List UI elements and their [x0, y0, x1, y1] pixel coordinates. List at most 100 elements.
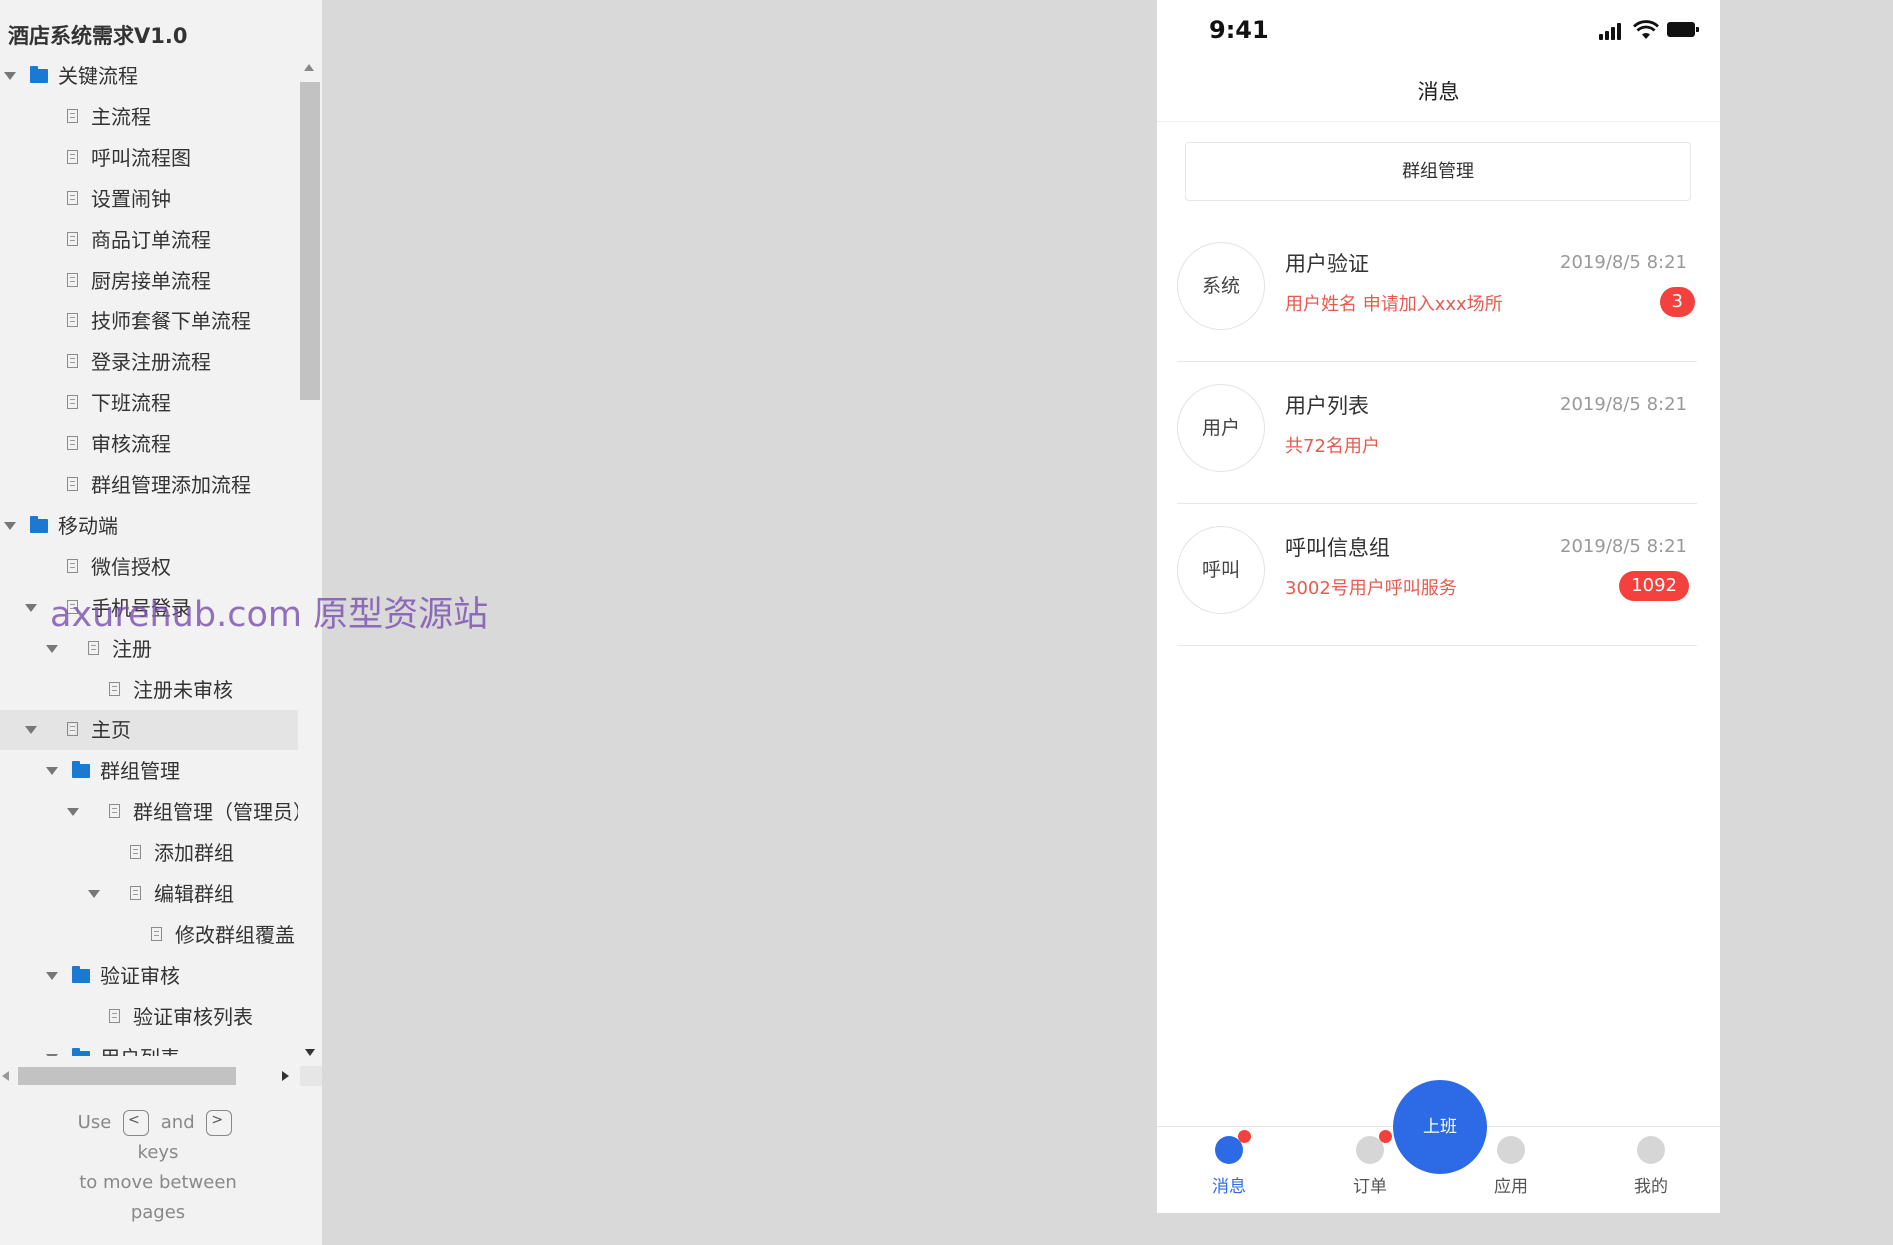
message-subtitle: 3002号用户呼叫服务	[1285, 578, 1457, 599]
tree-page-23[interactable]: 验证审核列表	[0, 997, 298, 1037]
tab-circle-icon	[1356, 1130, 1392, 1164]
notification-dot	[1379, 1130, 1392, 1143]
tree-page-7[interactable]: 登录注册流程	[0, 342, 298, 382]
tree-item-label: 审核流程	[91, 432, 171, 457]
expand-arrow-icon[interactable]	[46, 644, 58, 653]
message-item[interactable]: 用户 用户列表 2019/8/5 8:21 共72名用户	[1177, 362, 1697, 504]
tree-page-20[interactable]: 编辑群组	[0, 874, 298, 914]
tab-0[interactable]: 消息	[1184, 1130, 1274, 1197]
tree-page-15[interactable]: 注册未审核	[0, 670, 298, 710]
scroll-down-icon[interactable]	[305, 1049, 315, 1056]
tree-page-8[interactable]: 下班流程	[0, 383, 298, 423]
tree-page-6[interactable]: 技师套餐下单流程	[0, 301, 298, 341]
page-icon	[67, 354, 78, 369]
help-keys-text: keys	[137, 1142, 179, 1163]
expand-arrow-icon[interactable]	[25, 603, 37, 612]
notification-dot	[1238, 1130, 1251, 1143]
tree-folder-0[interactable]: 关键流程	[0, 56, 298, 96]
expand-arrow-icon[interactable]	[46, 767, 58, 776]
tree-page-21[interactable]: 修改群组覆盖	[0, 915, 298, 955]
page-icon	[67, 149, 78, 164]
expand-arrow-icon[interactable]	[4, 521, 16, 530]
tree-folder-22[interactable]: 验证审核	[0, 956, 298, 996]
group-manage-button[interactable]: 群组管理	[1185, 142, 1691, 201]
tree-item-label: 技师套餐下单流程	[91, 309, 251, 334]
folder-icon	[72, 965, 90, 983]
message-title: 呼叫信息组	[1285, 536, 1390, 560]
page-icon	[67, 477, 78, 491]
expand-arrow-icon[interactable]	[46, 971, 58, 980]
tab-circle-icon	[1497, 1136, 1525, 1164]
page-icon	[109, 681, 120, 696]
message-item[interactable]: 系统 用户验证 2019/8/5 8:21 用户姓名 申请加入xxx场所 3	[1177, 220, 1697, 362]
unread-badge: 1092	[1619, 571, 1689, 601]
help-use-text: Use	[77, 1112, 112, 1133]
tree-folder-11[interactable]: 移动端	[0, 506, 298, 546]
project-title: 酒店系统需求V1.0	[8, 24, 188, 48]
battery-icon	[1667, 22, 1699, 37]
expand-arrow-icon[interactable]	[46, 1053, 58, 1056]
tree-page-1[interactable]: 主流程	[0, 97, 298, 137]
tree-item-label: 群组管理添加流程	[91, 473, 251, 497]
message-time: 2019/8/5 8:21	[1560, 394, 1687, 415]
cellular-signal-icon	[1599, 22, 1627, 40]
page-icon	[109, 804, 120, 819]
folder-icon	[72, 761, 90, 779]
horizontal-scrollbar-thumb[interactable]	[18, 1067, 236, 1085]
tree-folder-17[interactable]: 群组管理	[0, 751, 298, 791]
message-item[interactable]: 呼叫 呼叫信息组 2019/8/5 8:21 3002号用户呼叫服务 1092	[1177, 504, 1697, 646]
page-icon	[67, 108, 78, 123]
tree-item-label: 主页	[91, 718, 131, 743]
page-tree: 关键流程主流程呼叫流程图设置闹钟商品订单流程 厨房接单流程技师套餐下单流程 登录注册…	[0, 56, 298, 1056]
expand-arrow-icon[interactable]	[25, 726, 37, 735]
expand-arrow-icon[interactable]	[4, 72, 16, 80]
tree-item-label: 商品订单流程	[91, 227, 211, 252]
page-icon	[130, 886, 141, 900]
scroll-right-icon[interactable]	[282, 1071, 289, 1081]
item-divider	[1177, 645, 1697, 646]
nav-divider	[1157, 121, 1720, 122]
tree-item-label: 微信授权	[91, 554, 171, 579]
message-time: 2019/8/5 8:21	[1560, 536, 1687, 557]
scroll-up-icon[interactable]	[304, 64, 314, 71]
tree-page-2[interactable]: 呼叫流程图	[0, 138, 298, 178]
tree-page-12[interactable]: 微信授权	[0, 547, 298, 587]
tree-page-16[interactable]: 主页	[0, 710, 298, 751]
page-icon	[67, 313, 78, 328]
help-line2-text: to move between	[79, 1172, 237, 1193]
tab-circle-icon	[1215, 1130, 1251, 1164]
expand-arrow-icon[interactable]	[67, 808, 79, 817]
tree-item-label: 厨房接单流程	[91, 268, 211, 293]
tree-item-label: 用户列表	[100, 1038, 180, 1056]
page-icon	[130, 845, 141, 860]
tab-circle-icon	[1637, 1136, 1665, 1164]
tree-item-label: 登录注册流程	[91, 350, 211, 375]
tree-page-9[interactable]: 审核流程	[0, 424, 298, 464]
tree-page-3[interactable]: 设置闹钟	[0, 179, 298, 219]
tree-item-label: 设置闹钟	[91, 186, 171, 211]
tree-page-4[interactable]: 商品订单流程	[0, 220, 298, 260]
clock-in-button[interactable]: 上班	[1393, 1080, 1487, 1174]
tree-item-label: 注册未审核	[133, 677, 233, 702]
page-icon	[88, 640, 99, 655]
avatar: 用户	[1177, 384, 1265, 472]
expand-arrow-icon[interactable]	[88, 890, 100, 898]
vertical-scrollbar-thumb[interactable]	[300, 82, 320, 400]
tab-3[interactable]: 我的	[1606, 1132, 1696, 1197]
tree-item-label: 关键流程	[58, 64, 138, 88]
prev-key-icon: <	[123, 1110, 150, 1136]
tree-page-5[interactable]: 厨房接单流程	[0, 261, 298, 301]
tree-page-19[interactable]: 添加群组	[0, 833, 298, 873]
unread-badge: 3	[1659, 287, 1695, 317]
tree-page-18[interactable]: 群组管理（管理员）	[0, 792, 298, 832]
tree-item-label: 呼叫流程图	[91, 145, 191, 170]
tab-label: 消息	[1212, 1177, 1246, 1197]
tree-page-10[interactable]: 群组管理添加流程	[0, 465, 298, 505]
tree-item-label: 下班流程	[91, 391, 171, 416]
folder-icon	[72, 1047, 90, 1056]
page-icon	[109, 1008, 120, 1023]
tree-folder-24[interactable]: 用户列表	[0, 1038, 298, 1056]
phone-screen: 9:41 消息 群组管理 系统 用户验证 2019/8/5 8:21 用户姓名 申请加…	[1157, 0, 1720, 1213]
page-icon	[67, 558, 78, 573]
scroll-left-icon[interactable]	[2, 1071, 9, 1081]
